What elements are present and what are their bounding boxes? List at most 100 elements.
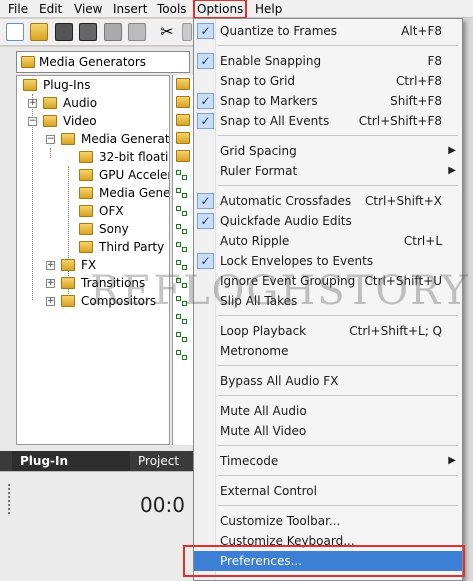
menu-item-shortcut: Ctrl+Shift+L; Q xyxy=(349,324,442,338)
menu-item-auto-ripple[interactable]: Auto Ripple Ctrl+L xyxy=(194,231,462,251)
save-as-icon[interactable] xyxy=(79,23,97,41)
menu-item-label: Timecode xyxy=(220,454,279,468)
folder-icon xyxy=(43,115,57,127)
collapse-icon[interactable]: − xyxy=(28,117,37,126)
folder-icon xyxy=(176,114,190,126)
menu-item-shortcut: Ctrl+L xyxy=(403,234,442,248)
folder-icon xyxy=(61,277,75,289)
menu-item-quickfade-audio-edits[interactable]: ✓ Quickfade Audio Edits xyxy=(194,211,462,231)
menu-item-shortcut: Alt+F8 xyxy=(401,24,442,38)
folder-icon xyxy=(79,151,93,163)
menu-item-label: Bypass All Audio FX xyxy=(220,374,339,388)
menu-item-snap-to-grid[interactable]: Snap to Grid Ctrl+F8 xyxy=(194,71,462,91)
menu-item-mute-all-video[interactable]: Mute All Video xyxy=(194,421,462,441)
path-text: Media Generators xyxy=(39,55,147,69)
folder-icon xyxy=(61,133,75,145)
new-file-icon[interactable] xyxy=(6,23,24,41)
drag-handle[interactable] xyxy=(8,484,12,514)
menu-item-label: Customize Toolbar... xyxy=(220,514,341,528)
collapse-icon[interactable]: − xyxy=(46,135,55,144)
menu-item-shortcut: F8 xyxy=(427,54,442,68)
menu-separator xyxy=(218,315,458,316)
menu-separator xyxy=(218,185,458,186)
submenu-arrow-icon: ▶ xyxy=(448,455,456,466)
menu-item-snap-to-all-events[interactable]: ✓ Snap to All Events Ctrl+Shift+F8 xyxy=(194,111,462,131)
open-folder-icon[interactable] xyxy=(30,23,48,41)
expand-icon[interactable]: + xyxy=(46,279,55,288)
checkmark-icon: ✓ xyxy=(197,113,214,129)
menu-separator xyxy=(218,505,458,506)
folder-icon xyxy=(21,56,35,68)
tab-project-media[interactable]: Project M xyxy=(138,451,193,488)
folder-icon xyxy=(43,97,57,109)
menu-insert[interactable]: Insert xyxy=(113,1,147,17)
copy-icon[interactable] xyxy=(182,23,192,41)
preferences-highlight-box xyxy=(183,545,465,577)
properties-icon[interactable] xyxy=(128,23,146,41)
menu-separator xyxy=(218,135,458,136)
menu-item-bypass-all-audio-fx[interactable]: Bypass All Audio FX xyxy=(194,371,462,391)
folder-icon xyxy=(176,78,190,90)
plugin-tree[interactable]: Plug-Ins + Audio − Video − Media Generat… xyxy=(16,75,170,445)
checkmark-icon: ✓ xyxy=(197,23,214,39)
save-icon[interactable] xyxy=(55,23,73,41)
submenu-arrow-icon: ▶ xyxy=(448,165,456,176)
menu-separator xyxy=(218,45,458,46)
menu-item-automatic-crossfades[interactable]: ✓ Automatic Crossfades Ctrl+Shift+X xyxy=(194,191,462,211)
menu-file[interactable]: File xyxy=(8,1,28,17)
menu-item-metronome[interactable]: Metronome xyxy=(194,341,462,361)
render-icon[interactable] xyxy=(104,23,122,41)
menu-separator xyxy=(218,365,458,366)
menu-item-shortcut: Ctrl+Shift+F8 xyxy=(358,114,442,128)
menu-item-label: Metronome xyxy=(220,344,289,358)
watermark: REFLOGHSTORY xyxy=(90,268,470,314)
plugin-icon xyxy=(176,314,190,326)
menu-item-grid-spacing[interactable]: Grid Spacing ▶ xyxy=(194,141,462,161)
menu-item-quantize-to-frames[interactable]: ✓ Quantize to Frames Alt+F8 xyxy=(194,21,462,41)
timecode-display: 00:0 xyxy=(140,493,185,517)
menu-item-label: Enable Snapping xyxy=(220,54,322,68)
checkmark-icon: ✓ xyxy=(197,253,214,269)
tab-plugin-manager[interactable]: Plug-In Manager xyxy=(12,451,130,488)
menu-item-shortcut: Shift+F8 xyxy=(390,94,442,108)
expand-icon[interactable]: + xyxy=(46,261,55,270)
folder-icon xyxy=(79,187,93,199)
menu-item-label: Ruler Format xyxy=(220,164,298,178)
menu-item-label: External Control xyxy=(220,484,317,498)
plugin-icon xyxy=(176,242,190,254)
menu-item-label: Snap to All Events xyxy=(220,114,330,128)
checkmark-icon: ✓ xyxy=(197,213,214,229)
menu-item-label: Snap to Markers xyxy=(220,94,318,108)
menu-bar: File Edit View Insert Tools Options Help xyxy=(0,0,473,19)
menu-item-label: Loop Playback xyxy=(220,324,307,338)
folder-icon xyxy=(79,241,93,253)
path-bar[interactable]: Media Generators xyxy=(16,51,190,73)
menu-item-enable-snapping[interactable]: ✓ Enable Snapping F8 xyxy=(194,51,462,71)
menu-tools[interactable]: Tools xyxy=(157,1,187,17)
cut-icon[interactable]: ✂ xyxy=(158,23,176,41)
menu-item-ruler-format[interactable]: Ruler Format ▶ xyxy=(194,161,462,181)
menu-options[interactable]: Options xyxy=(193,0,247,19)
menu-item-snap-to-markers[interactable]: ✓ Snap to Markers Shift+F8 xyxy=(194,91,462,111)
checkmark-icon: ✓ xyxy=(197,53,214,69)
folder-icon xyxy=(176,132,190,144)
menu-help[interactable]: Help xyxy=(255,1,282,17)
folder-icon xyxy=(176,96,190,108)
menu-item-external-control[interactable]: External Control xyxy=(194,481,462,501)
menu-edit[interactable]: Edit xyxy=(39,1,62,17)
expand-icon[interactable]: + xyxy=(46,297,55,306)
timeline-area: 00:0 xyxy=(0,471,193,581)
menu-item-customize-toolbar[interactable]: Customize Toolbar... xyxy=(194,511,462,531)
menu-item-label: Grid Spacing xyxy=(220,144,297,158)
plugin-icon xyxy=(176,350,190,362)
folder-icon xyxy=(176,150,190,162)
menu-item-label: Quickfade Audio Edits xyxy=(220,214,352,228)
folder-icon xyxy=(23,79,37,91)
expand-icon[interactable]: + xyxy=(28,99,37,108)
menu-item-mute-all-audio[interactable]: Mute All Audio xyxy=(194,401,462,421)
menu-item-loop-playback[interactable]: Loop Playback Ctrl+Shift+L; Q xyxy=(194,321,462,341)
plugin-list-column[interactable] xyxy=(172,75,193,445)
menu-item-timecode[interactable]: Timecode ▶ xyxy=(194,451,462,471)
checkmark-icon: ✓ xyxy=(197,193,214,209)
menu-view[interactable]: View xyxy=(74,1,102,17)
